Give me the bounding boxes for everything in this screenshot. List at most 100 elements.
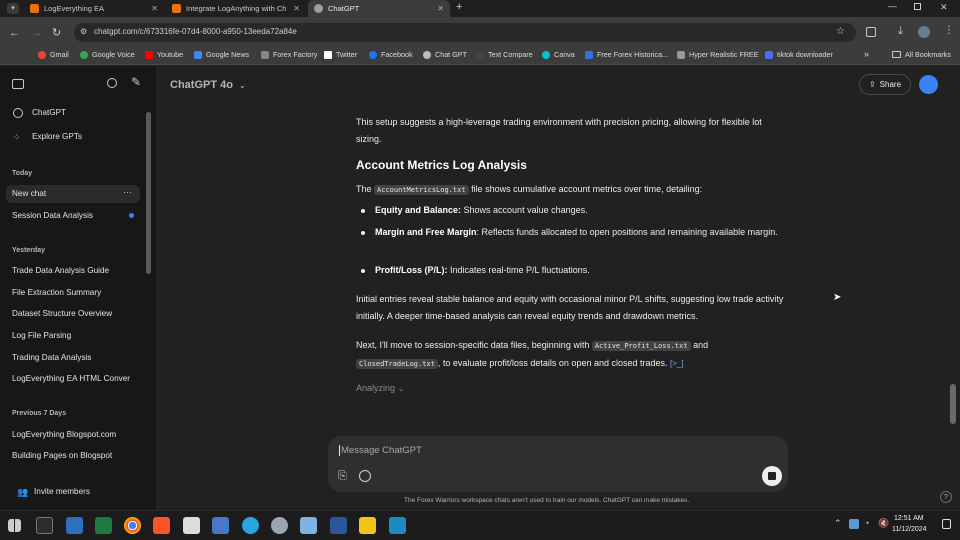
bookmark-forex-factory[interactable]: Forex Factory [261, 50, 317, 59]
view-analysis-link[interactable]: [>_] [670, 359, 684, 368]
message-intro: This setup suggests a high-leverage trad… [356, 117, 762, 144]
browser-menu-icon[interactable]: ⋮ [944, 25, 954, 36]
bookmark-google-news[interactable]: Google News [194, 50, 249, 59]
bookmark-google-voice[interactable]: Google Voice [80, 50, 135, 59]
attach-icon[interactable]: ⎘ [338, 470, 347, 483]
profile-avatar-icon[interactable] [918, 26, 930, 38]
chat-new-chat[interactable]: New chat [12, 189, 46, 198]
message-input[interactable]: Message ChatGPT [339, 445, 422, 456]
bookmark-twitter[interactable]: Twitter [324, 50, 357, 59]
tab-search-icon[interactable]: ▾ [7, 3, 19, 14]
help-icon[interactable]: ? [940, 491, 952, 503]
all-bookmarks-label: All Bookmarks [905, 50, 951, 59]
browser-tab-title: ChatGPT [328, 4, 360, 13]
volume-muted-icon[interactable]: 🔇 [878, 518, 889, 529]
stop-generating-button[interactable] [762, 466, 782, 486]
new-chat-icon[interactable]: ✎ [131, 75, 141, 89]
terminal-icon[interactable] [36, 517, 53, 534]
more-bookmarks-icon[interactable]: » [864, 49, 869, 59]
bookmark-youtube[interactable]: Youtube [145, 50, 183, 59]
toggle-sidebar-icon[interactable] [12, 79, 24, 89]
bookmark-label: Canva [554, 50, 575, 59]
chat-scrollbar[interactable] [950, 384, 956, 424]
bullet-dot [361, 209, 365, 213]
notifications-icon[interactable] [942, 519, 951, 529]
bookmark-label: Google News [206, 50, 250, 59]
sidebar-scrollbar[interactable] [146, 112, 151, 274]
forward-icon[interactable]: → [31, 27, 42, 39]
bookmark-text-compare[interactable]: Text Compare [476, 50, 533, 59]
excel-icon[interactable] [95, 517, 112, 534]
clock-date[interactable]: 11/12/2024 [892, 526, 927, 533]
share-button[interactable]: ⇪ Share [859, 74, 911, 95]
close-window-icon[interactable]: ✕ [940, 2, 948, 13]
browser-tab-1[interactable]: LogEverything EA ✕ [24, 0, 164, 17]
bookmark-facebook[interactable]: Facebook [369, 50, 413, 59]
search-chats-icon[interactable] [107, 78, 117, 88]
app-icon[interactable] [271, 517, 288, 534]
chatgpt-logo-icon [13, 108, 23, 118]
word-icon[interactable] [330, 517, 347, 534]
unread-dot-icon [129, 213, 134, 218]
file-explorer-icon[interactable] [359, 517, 376, 534]
browser-tab-2[interactable]: Integrate LogAnything with Ch ✕ [166, 0, 306, 17]
x-twitter-icon [324, 50, 332, 59]
bookmark-tiktok-downloader[interactable]: tiktok downloader [765, 50, 833, 59]
close-tab-icon[interactable]: ✕ [151, 4, 158, 13]
app-icon[interactable] [212, 517, 229, 534]
back-icon[interactable]: ← [9, 27, 20, 39]
app-icon[interactable] [66, 517, 83, 534]
bookmark-forex-historical[interactable]: Free Forex Historica... [585, 50, 668, 59]
site-info-icon[interactable]: ⚙ [80, 27, 87, 36]
new-tab-icon[interactable]: + [456, 1, 462, 13]
sidebar-item-chatgpt[interactable]: ChatGPT [32, 108, 66, 117]
bookmark-gmail[interactable]: Gmail [38, 50, 69, 59]
clock-time[interactable]: 12:51 AM [894, 515, 924, 522]
all-bookmarks[interactable]: All Bookmarks [892, 50, 951, 59]
chat-history-item[interactable]: LogEverything Blogspot.com [12, 430, 116, 439]
model-selector[interactable]: ChatGPT 4o ⌄ [170, 79, 246, 91]
chat-history-item[interactable]: Building Pages on Blogspot [12, 451, 112, 460]
google-news-icon [194, 50, 202, 59]
inline-code: ClosedTradeLog.txt [356, 359, 438, 369]
bookmark-chat-gpt[interactable]: Chat GPT [423, 50, 467, 59]
bullet-bold: Margin and Free Margin [375, 227, 477, 237]
chat-history-item[interactable]: Log File Parsing [12, 331, 71, 340]
restore-icon[interactable] [914, 3, 921, 10]
invite-members-button[interactable]: Invite members [34, 487, 90, 496]
chat-history-item[interactable]: Trade Data Analysis Guide [12, 266, 109, 275]
telegram-icon[interactable] [242, 517, 259, 534]
message-paragraph-1: The AccountMetricsLog.txt file shows cum… [356, 181, 786, 199]
reload-icon[interactable]: ↻ [52, 26, 61, 39]
analyzing-status[interactable]: Analyzing ⌄ [356, 383, 404, 393]
tray-chevron-icon[interactable]: ⌃ [834, 518, 842, 529]
chat-history-item[interactable]: Trading Data Analysis [12, 353, 91, 362]
chat-history-item[interactable]: File Extraction Summary [12, 288, 101, 297]
app-icon[interactable] [300, 517, 317, 534]
app-icon[interactable] [183, 517, 200, 534]
workspace-avatar-icon[interactable] [919, 75, 938, 94]
chat-history-item[interactable]: Dataset Structure Overview [12, 309, 112, 318]
minimize-icon[interactable]: — [888, 1, 897, 11]
close-tab-icon[interactable]: ✕ [437, 4, 444, 13]
windows-start-icon[interactable] [8, 519, 21, 532]
wifi-icon[interactable]: ◔ [864, 518, 869, 528]
chrome-icon[interactable] [124, 517, 141, 534]
tray-app-icon[interactable] [849, 519, 859, 529]
web-search-globe-icon[interactable] [359, 470, 371, 482]
brave-icon[interactable] [153, 517, 170, 534]
chat-options-icon[interactable]: ··· [123, 187, 132, 197]
forex-factory-icon [261, 50, 269, 59]
close-tab-icon[interactable]: ✕ [293, 4, 300, 13]
bookmark-canva[interactable]: Canva [542, 50, 575, 59]
url-text[interactable]: chatgpt.com/c/673316fe-07d4-8000-a950-13… [94, 27, 297, 36]
bookmark-hyper-realistic[interactable]: Hyper Realistic FREE [677, 50, 759, 59]
extensions-icon[interactable] [866, 27, 876, 37]
browser-tab-3[interactable]: ChatGPT ✕ [308, 0, 450, 17]
chat-history-item[interactable]: LogEverything EA HTML Conver [12, 374, 144, 383]
bookmark-star-icon[interactable]: ☆ [836, 26, 845, 37]
sidebar-item-explore-gpts[interactable]: Explore GPTs [32, 132, 82, 141]
app-icon[interactable] [389, 517, 406, 534]
download-icon[interactable]: ⤓ [898, 25, 903, 38]
chat-session-data-analysis[interactable]: Session Data Analysis [12, 211, 93, 220]
